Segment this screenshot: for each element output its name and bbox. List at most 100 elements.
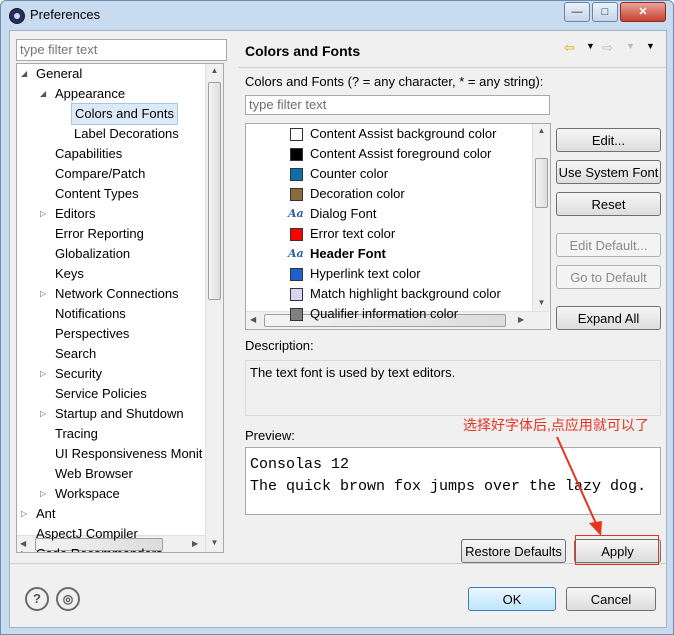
color-swatch-icon xyxy=(290,268,303,281)
title-bar[interactable]: Preferences — □ ✕ xyxy=(1,1,673,29)
tree-item-label: Editors xyxy=(55,206,96,221)
tree-item-label: Error Reporting xyxy=(55,226,144,241)
scroll-thumb[interactable] xyxy=(208,82,221,300)
expanded-triangle-icon[interactable]: ◢ xyxy=(21,64,27,84)
apply-highlight-box xyxy=(575,535,659,565)
use-system-font-button[interactable]: Use System Font xyxy=(556,160,661,184)
color-swatch-icon xyxy=(290,308,303,321)
forward-menu-chevron-icon[interactable]: ▼ xyxy=(626,41,635,51)
go-to-default-button[interactable]: Go to Default xyxy=(556,265,661,289)
collapsed-triangle-icon[interactable]: ▷ xyxy=(40,484,46,504)
color-swatch-icon xyxy=(290,288,303,301)
color-font-item-label: Dialog Font xyxy=(310,206,377,221)
tree-item-label: Security xyxy=(55,366,102,381)
cancel-button[interactable]: Cancel xyxy=(566,587,656,611)
import-export-icon[interactable]: ◎ xyxy=(56,587,80,611)
eclipse-icon xyxy=(9,8,25,24)
collapsed-triangle-icon[interactable]: ▷ xyxy=(40,364,46,384)
edit-default-button[interactable]: Edit Default... xyxy=(556,233,661,257)
ok-button[interactable]: OK xyxy=(468,587,556,611)
collapsed-triangle-icon[interactable]: ▷ xyxy=(21,544,27,552)
tree-item-label: Network Connections xyxy=(55,286,179,301)
tree-item-label: Ant xyxy=(36,506,56,521)
tree-item-label: UI Responsiveness Monit xyxy=(55,446,203,461)
tree-item-label: General xyxy=(36,66,83,81)
footer-divider xyxy=(10,563,666,564)
page-title: Colors and Fonts xyxy=(245,43,361,59)
tree-vertical-scrollbar[interactable]: ▲ ▼ xyxy=(205,64,223,552)
help-icon[interactable]: ? xyxy=(25,587,49,611)
tree-item-label: Search xyxy=(55,346,97,361)
forward-arrow-icon[interactable]: ⇨ xyxy=(602,40,613,56)
tree-item-label: Globalization xyxy=(55,246,131,261)
list-scroll-right-arrow[interactable]: ▶ xyxy=(518,315,524,324)
colors-fonts-list[interactable]: ▲ ▼ ◀ ▶ Content Assist background color C… xyxy=(245,123,551,330)
color-swatch-icon xyxy=(290,168,303,181)
color-swatch-icon xyxy=(290,148,303,161)
list-filter-input[interactable]: type filter text xyxy=(245,95,550,115)
description-label: Description: xyxy=(245,338,314,353)
font-icon: Aa xyxy=(288,207,304,220)
collapsed-triangle-icon[interactable]: ▷ xyxy=(40,404,46,424)
preview-line-2: The quick brown fox jumps over the lazy … xyxy=(250,478,647,495)
restore-defaults-button[interactable]: Restore Defaults xyxy=(461,539,566,563)
dialog-body: ▲ ▼ ◀ ▶ ◢ General ◢ Appearance Colors and Fo… xyxy=(9,30,667,628)
back-menu-chevron-icon[interactable]: ▼ xyxy=(586,41,595,51)
scroll-up-arrow[interactable]: ▲ xyxy=(206,66,223,75)
close-button[interactable]: ✕ xyxy=(620,2,666,22)
window-title: Preferences xyxy=(30,7,101,22)
tree-item-label: Notifications xyxy=(55,306,126,321)
color-font-item-label: Qualifier information color xyxy=(310,306,459,321)
color-swatch-icon xyxy=(290,228,303,241)
edit-button[interactable]: Edit... xyxy=(556,128,661,152)
color-font-item-label: Decoration color xyxy=(310,186,405,201)
tree-item-label: Keys xyxy=(55,266,84,281)
color-font-item-label: Content Assist foreground color xyxy=(310,146,492,161)
color-font-item-label: Error text color xyxy=(310,226,396,241)
back-arrow-icon[interactable]: ⇦ xyxy=(564,40,575,56)
expanded-triangle-icon[interactable]: ◢ xyxy=(40,84,46,104)
list-label: Colors and Fonts (? = any character, * =… xyxy=(245,74,544,89)
tree-item-label: Capabilities xyxy=(55,146,123,161)
list-scroll-thumb[interactable] xyxy=(535,158,548,208)
scroll-right-arrow[interactable]: ▶ xyxy=(192,539,198,548)
tree-item-label: Service Policies xyxy=(55,386,147,401)
color-font-item-label: Header Font xyxy=(310,246,386,261)
tree-filter-input[interactable] xyxy=(16,39,227,61)
tree-item-label: Label Decorations xyxy=(74,126,179,141)
tree-item-label: Compare/Patch xyxy=(55,166,146,181)
preview-label: Preview: xyxy=(245,428,295,443)
color-font-item-label: Counter color xyxy=(310,166,389,181)
color-font-item-label: Content Assist background color xyxy=(310,126,497,141)
list-scroll-left-arrow[interactable]: ◀ xyxy=(250,315,256,324)
minimize-button[interactable]: — xyxy=(564,2,590,22)
annotation-text: 选择好字体后,点应用就可以了 xyxy=(463,417,649,433)
expand-all-button[interactable]: Expand All xyxy=(556,306,661,330)
reset-button[interactable]: Reset xyxy=(556,192,661,216)
tree-item-label: Web Browser xyxy=(55,466,133,481)
view-menu-icon[interactable]: ▼ xyxy=(646,41,655,51)
tree-item-label: Appearance xyxy=(55,86,126,101)
tree-item-label: Tracing xyxy=(55,426,98,441)
tree-item-label: Colors and Fonts xyxy=(71,103,178,125)
collapsed-triangle-icon[interactable]: ▷ xyxy=(40,284,46,304)
color-swatch-icon xyxy=(290,128,303,141)
description-box: The text font is used by text editors. xyxy=(245,360,661,416)
color-swatch-icon xyxy=(290,188,303,201)
preferences-window: Preferences — □ ✕ ▲ ▼ ◀ ▶ ◢ General ◢ Appea… xyxy=(0,0,674,635)
header-divider xyxy=(238,67,666,68)
collapsed-triangle-icon[interactable]: ▷ xyxy=(21,504,27,524)
colors-fonts-page: Colors and Fonts ⇦ ▼ ⇨ ▼ ▼ Colors and Fo… xyxy=(238,31,666,563)
maximize-button[interactable]: □ xyxy=(592,2,618,22)
tree-item-label: AspectJ Compiler xyxy=(36,526,138,541)
color-font-item-label: Match highlight background color xyxy=(310,286,501,301)
list-vertical-scrollbar[interactable]: ▲ ▼ xyxy=(532,124,550,311)
tree-item-label: Perspectives xyxy=(55,326,130,341)
font-icon: Aa xyxy=(288,247,304,260)
collapsed-triangle-icon[interactable]: ▷ xyxy=(40,204,46,224)
scroll-down-arrow[interactable]: ▼ xyxy=(206,538,223,547)
preferences-tree[interactable]: ▲ ▼ ◀ ▶ ◢ General ◢ Appearance Colors and Fo… xyxy=(16,63,224,553)
preview-line-1: Consolas 12 xyxy=(250,456,350,473)
list-scroll-down-arrow[interactable]: ▼ xyxy=(533,298,550,307)
list-scroll-up-arrow[interactable]: ▲ xyxy=(533,126,550,135)
